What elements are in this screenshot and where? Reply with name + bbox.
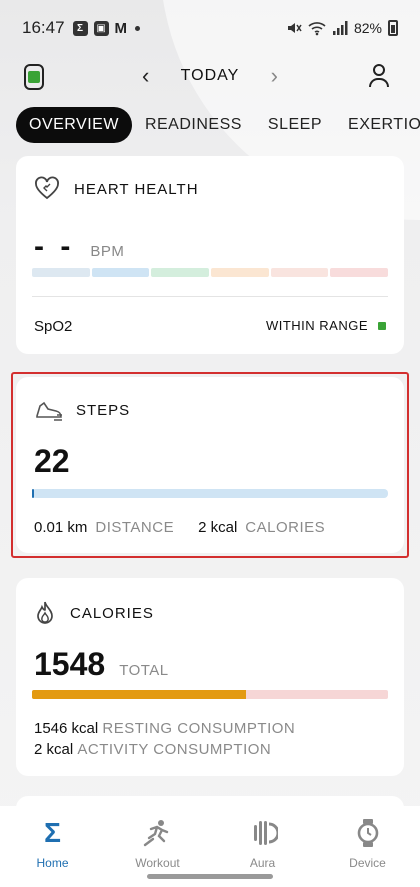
shoe-icon — [36, 401, 62, 421]
battery-percent: 82% — [353, 20, 382, 36]
nav-aura-label: Aura — [249, 856, 276, 870]
tab-readiness[interactable]: READINESS — [132, 107, 255, 143]
heart-zone-segment — [32, 268, 90, 277]
chevron-left-icon[interactable]: ‹ — [131, 63, 161, 89]
bpm-row: - - BPM — [34, 230, 124, 264]
spo2-status: WITHIN RANGE — [266, 318, 386, 333]
calories-card[interactable]: CALORIES 1548 TOTAL 1546 kcal RESTING CO… — [16, 578, 404, 776]
steps-calories-label: CALORIES — [245, 519, 326, 536]
steps-progress-bar — [32, 489, 388, 498]
gesture-handle[interactable] — [147, 874, 273, 879]
dot-icon — [135, 25, 141, 31]
nav-device[interactable]: Device — [328, 818, 408, 887]
status-right: 82% — [286, 20, 398, 36]
status-square-icon — [378, 321, 386, 330]
heart-zone-segment — [91, 268, 150, 277]
runner-icon — [143, 820, 168, 847]
steps-progress-fill — [32, 489, 35, 498]
heart-zone-bar — [32, 268, 389, 277]
heart-health-header: HEART HEALTH — [34, 176, 199, 202]
tab-sleep[interactable]: SLEEP — [255, 107, 335, 143]
battery-icon — [388, 20, 398, 36]
image-icon: ▣ — [93, 20, 109, 36]
heart-zone-segment — [330, 268, 389, 277]
resting-value: 1546 kcal — [34, 720, 99, 737]
tab-exertion[interactable]: EXERTION — [335, 107, 420, 143]
signal-icon — [332, 21, 348, 35]
nav-home-label: Home — [36, 856, 69, 870]
sigma-icon: Σ — [72, 20, 88, 36]
sigma-icon: Σ — [44, 817, 61, 848]
calories-header: CALORIES — [34, 600, 154, 626]
steps-title: STEPS — [76, 401, 131, 419]
aura-icon — [253, 821, 278, 845]
calories-title: CALORIES — [70, 604, 154, 622]
chevron-right-icon[interactable]: › — [259, 63, 289, 89]
heart-zone-segment — [151, 268, 210, 277]
date-header: ‹ TODAY › — [0, 56, 420, 96]
activity-row: 2 kcal ACTIVITY CONSUMPTION — [34, 739, 295, 760]
calories-total-label: TOTAL — [119, 662, 169, 679]
date-title[interactable]: TODAY — [181, 67, 240, 85]
calories-bar-fill — [32, 690, 246, 699]
bpm-value: - - — [34, 230, 75, 263]
nav-home[interactable]: Σ Home — [13, 818, 93, 887]
activity-value: 2 kcal — [34, 741, 74, 758]
tab-overview[interactable]: OVERVIEW — [16, 107, 132, 143]
steps-header: STEPS — [34, 397, 130, 423]
tab-bar: OVERVIEW READINESS SLEEP EXERTION — [16, 106, 420, 144]
heart-icon — [35, 176, 59, 200]
nav-workout-label: Workout — [135, 856, 180, 870]
heart-health-card[interactable]: HEART HEALTH - - BPM SpO2 WITHIN RANGE — [16, 156, 404, 354]
profile-icon[interactable] — [368, 64, 390, 88]
watch-icon[interactable] — [24, 64, 44, 90]
heart-zone-segment — [270, 268, 329, 277]
bpm-unit: BPM — [90, 243, 125, 260]
resting-row: 1546 kcal RESTING CONSUMPTION — [34, 718, 295, 739]
wifi-icon — [308, 22, 326, 36]
steps-value: 22 — [34, 443, 70, 479]
nav-device-label: Device — [349, 856, 386, 870]
gmail-icon: M — [114, 19, 128, 37]
status-bar: 16:47 Σ ▣ M 82% — [0, 0, 420, 56]
calories-bar — [32, 690, 388, 699]
watch-icon — [357, 819, 378, 847]
distance-value: 0.01 km — [34, 519, 88, 536]
resting-label: RESTING CONSUMPTION — [102, 720, 296, 737]
steps-stats: 0.01 km DISTANCE 2 kcal CALORIES — [34, 519, 325, 536]
calories-breakdown: 1546 kcal RESTING CONSUMPTION 2 kcal ACT… — [34, 718, 295, 760]
distance-label: DISTANCE — [95, 519, 175, 536]
activity-label: ACTIVITY CONSUMPTION — [77, 741, 272, 758]
steps-card[interactable]: STEPS 22 0.01 km DISTANCE 2 kcal CALORIE… — [16, 377, 404, 553]
mute-icon — [287, 23, 302, 33]
divider — [32, 296, 388, 297]
heart-zone-segment — [211, 268, 269, 277]
status-time: 16:47 — [22, 18, 65, 37]
calories-value: 1548 — [34, 646, 106, 682]
flame-icon — [37, 601, 53, 624]
heart-health-title: HEART HEALTH — [74, 180, 199, 198]
steps-calories-value: 2 kcal — [198, 519, 238, 536]
calories-total-row: 1548 TOTAL — [34, 646, 169, 683]
spo2-label: SpO2 — [34, 318, 73, 335]
spo2-status-text: WITHIN RANGE — [265, 318, 368, 333]
